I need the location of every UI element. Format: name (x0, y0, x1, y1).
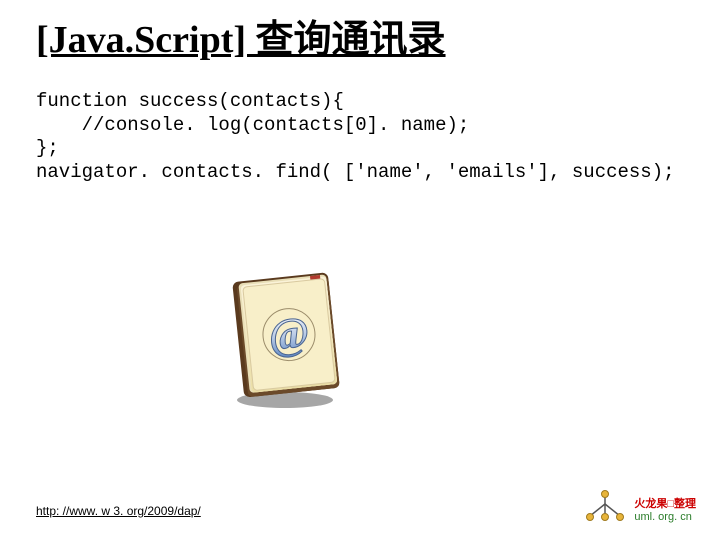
footer-source-link[interactable]: http: //www. w 3. org/2009/dap/ (36, 504, 201, 518)
code-line: }; (36, 137, 59, 159)
brand-line-1: 火龙果□整理 (634, 498, 696, 511)
code-block: function success(contacts){ //console. l… (36, 90, 690, 185)
code-line: function success(contacts){ (36, 90, 344, 112)
brand-text: 火龙果□整理 uml. org. cn (634, 498, 696, 524)
slide: [Java.Script] 查询通讯录 function success(con… (0, 0, 720, 540)
tree-icon (582, 490, 628, 524)
code-line: navigator. contacts. find( ['name', 'ema… (36, 161, 675, 183)
code-line: //console. log(contacts[0]. name); (36, 114, 469, 136)
svg-text:@: @ (266, 308, 312, 361)
addressbook-icon: @ (220, 265, 350, 415)
brand-logo: 火龙果□整理 uml. org. cn (582, 490, 696, 524)
brand-line-2: uml. org. cn (634, 511, 696, 524)
slide-title: [Java.Script] 查询通讯录 (36, 20, 690, 62)
